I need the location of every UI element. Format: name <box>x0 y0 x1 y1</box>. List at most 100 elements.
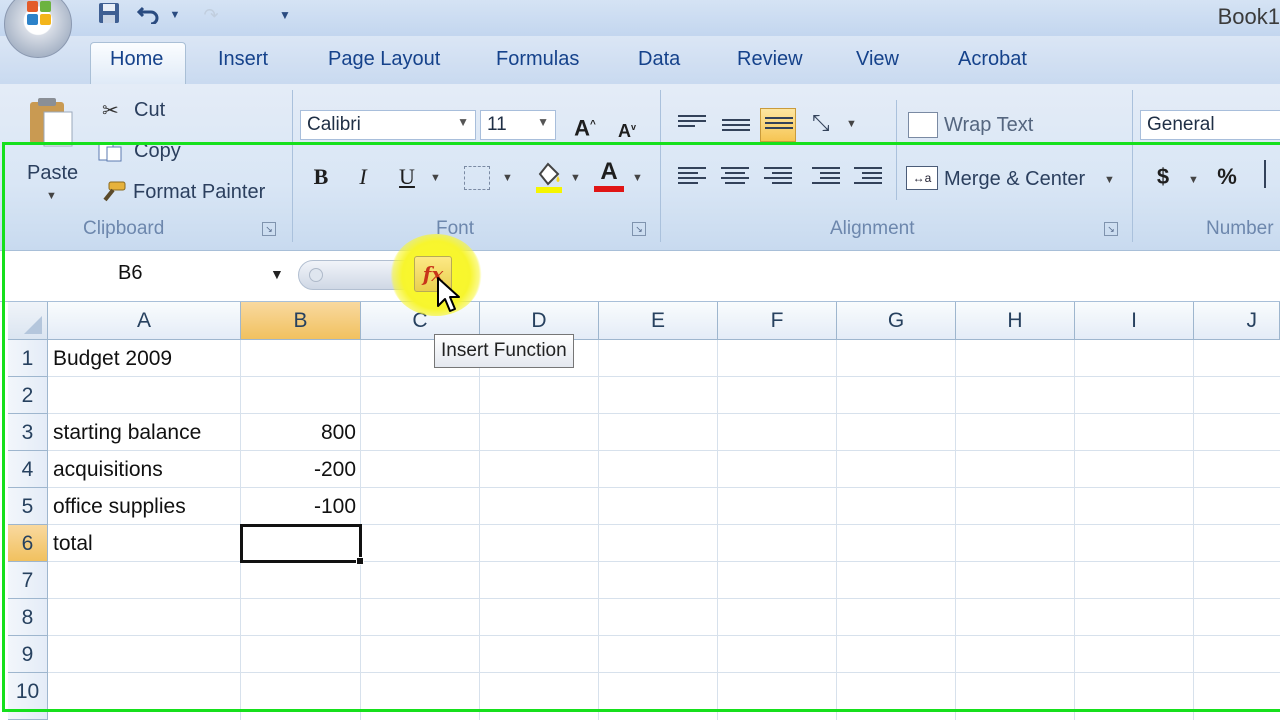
wrap-text-button[interactable]: Wrap Text <box>944 114 1033 137</box>
bold-button[interactable]: B <box>304 160 338 194</box>
underline-button[interactable]: U <box>390 160 424 194</box>
font-name-combo[interactable]: Calibri ▼ <box>300 110 476 140</box>
number-group-label: Number <box>1206 218 1274 239</box>
tab-formulas[interactable]: Formulas <box>496 48 579 71</box>
column-header-a[interactable]: A <box>48 302 241 340</box>
percent-button[interactable]: % <box>1210 160 1244 194</box>
font-size-value: 11 <box>487 114 507 135</box>
insert-function-tooltip: Insert Function <box>434 334 574 368</box>
column-header-b[interactable]: B <box>241 302 361 340</box>
clipboard-launcher-icon[interactable]: ↘ <box>262 222 276 236</box>
cell-a5[interactable]: office supplies <box>53 488 238 525</box>
gridline <box>955 340 956 720</box>
tab-insert[interactable]: Insert <box>218 48 268 71</box>
row-header-2[interactable]: 2 <box>8 377 48 414</box>
bottom-align-icon[interactable] <box>760 108 796 142</box>
cell-a4[interactable]: acquisitions <box>53 451 238 488</box>
column-header-f[interactable]: F <box>718 302 837 340</box>
merge-center-dropdown-icon[interactable]: ▼ <box>1104 174 1115 186</box>
undo-dropdown-icon[interactable]: ▼ <box>162 2 188 28</box>
tab-review[interactable]: Review <box>737 48 803 71</box>
cell-a3[interactable]: starting balance <box>53 414 238 451</box>
select-all-icon <box>24 316 42 334</box>
window-title: Book1 <box>1217 4 1280 29</box>
name-box-dropdown-icon[interactable]: ▼ <box>270 266 284 282</box>
mouse-cursor-icon <box>437 277 460 312</box>
orientation-dropdown-icon[interactable]: ▼ <box>846 118 857 130</box>
column-header-g[interactable]: G <box>837 302 956 340</box>
borders-icon[interactable] <box>464 166 490 190</box>
column-header-e[interactable]: E <box>599 302 718 340</box>
tab-page-layout[interactable]: Page Layout <box>328 48 440 71</box>
cell-a6[interactable]: total <box>53 525 238 562</box>
gridline <box>1074 340 1075 720</box>
row-header-3[interactable]: 3 <box>8 414 48 451</box>
group-separator <box>1132 90 1133 242</box>
row-header-1[interactable]: 1 <box>8 340 48 377</box>
italic-button[interactable]: I <box>346 160 380 194</box>
row-header-8[interactable]: 8 <box>8 599 48 636</box>
font-name-dropdown-icon[interactable]: ▼ <box>457 115 469 129</box>
row-header-4[interactable]: 4 <box>8 451 48 488</box>
name-box[interactable]: B6 <box>8 256 292 294</box>
row-header-7[interactable]: 7 <box>8 562 48 599</box>
middle-align-icon[interactable] <box>722 116 750 140</box>
row-header-6[interactable]: 6 <box>8 525 48 562</box>
tab-acrobat[interactable]: Acrobat <box>958 48 1027 71</box>
cut-button[interactable]: Cut <box>134 99 165 122</box>
tab-view[interactable]: View <box>856 48 899 71</box>
underline-dropdown-icon[interactable]: ▼ <box>430 172 441 184</box>
row-header-5[interactable]: 5 <box>8 488 48 525</box>
group-separator <box>896 100 897 200</box>
cell-b3[interactable]: 800 <box>242 414 356 451</box>
cell-a1[interactable]: Budget 2009 <box>53 340 238 377</box>
orientation-icon[interactable]: ⤡ <box>812 110 830 136</box>
cell-b5[interactable]: -100 <box>242 488 356 525</box>
row-header-9[interactable]: 9 <box>8 636 48 673</box>
comma-style-icon[interactable] <box>1264 160 1266 188</box>
fill-handle[interactable] <box>356 557 364 565</box>
font-color-icon[interactable]: A <box>594 158 624 194</box>
alignment-launcher-icon[interactable]: ↘ <box>1104 222 1118 236</box>
gridline <box>48 672 1280 673</box>
active-cell-b6[interactable] <box>240 524 362 563</box>
undo-icon[interactable] <box>136 2 162 28</box>
paste-icon[interactable] <box>26 96 76 148</box>
decrease-indent-icon[interactable] <box>812 164 840 188</box>
align-center-icon[interactable] <box>721 164 749 188</box>
fill-color-dropdown-icon[interactable]: ▼ <box>570 172 581 184</box>
row-header-10[interactable]: 10 <box>8 673 48 720</box>
font-size-combo[interactable]: 11 ▼ <box>480 110 556 140</box>
tab-home[interactable]: Home <box>110 48 163 71</box>
font-launcher-icon[interactable]: ↘ <box>632 222 646 236</box>
column-header-i[interactable]: I <box>1075 302 1194 340</box>
paste-dropdown-icon[interactable]: ▼ <box>46 190 57 202</box>
copy-button[interactable]: Copy <box>134 140 181 163</box>
group-separator <box>292 90 293 242</box>
group-separator <box>660 90 661 242</box>
wrap-text-icon <box>908 112 938 138</box>
borders-dropdown-icon[interactable]: ▼ <box>502 172 513 184</box>
tab-data[interactable]: Data <box>638 48 680 71</box>
column-header-h[interactable]: H <box>956 302 1075 340</box>
cell-b4[interactable]: -200 <box>242 451 356 488</box>
increase-indent-icon[interactable] <box>854 164 882 188</box>
gridline <box>479 340 480 720</box>
customize-qat-icon[interactable]: ▼ <box>272 2 298 28</box>
currency-dropdown-icon[interactable]: ▼ <box>1188 174 1199 186</box>
save-icon[interactable] <box>96 2 122 28</box>
currency-button[interactable]: $ <box>1146 160 1180 194</box>
top-align-icon[interactable] <box>678 112 706 136</box>
shrink-font-icon[interactable]: Av <box>610 110 644 144</box>
grow-font-icon[interactable]: A^ <box>568 108 602 142</box>
font-size-dropdown-icon[interactable]: ▼ <box>537 115 549 129</box>
font-color-dropdown-icon[interactable]: ▼ <box>632 172 643 184</box>
number-format-combo[interactable]: General <box>1140 110 1280 140</box>
format-painter-button[interactable]: Format Painter <box>133 181 265 204</box>
paste-button[interactable]: Paste <box>27 162 78 185</box>
merge-center-button[interactable]: Merge & Center <box>944 168 1085 191</box>
fill-color-icon[interactable] <box>534 160 564 194</box>
align-right-icon[interactable] <box>764 164 792 188</box>
align-left-icon[interactable] <box>678 164 706 188</box>
column-header-j[interactable]: J <box>1194 302 1280 340</box>
